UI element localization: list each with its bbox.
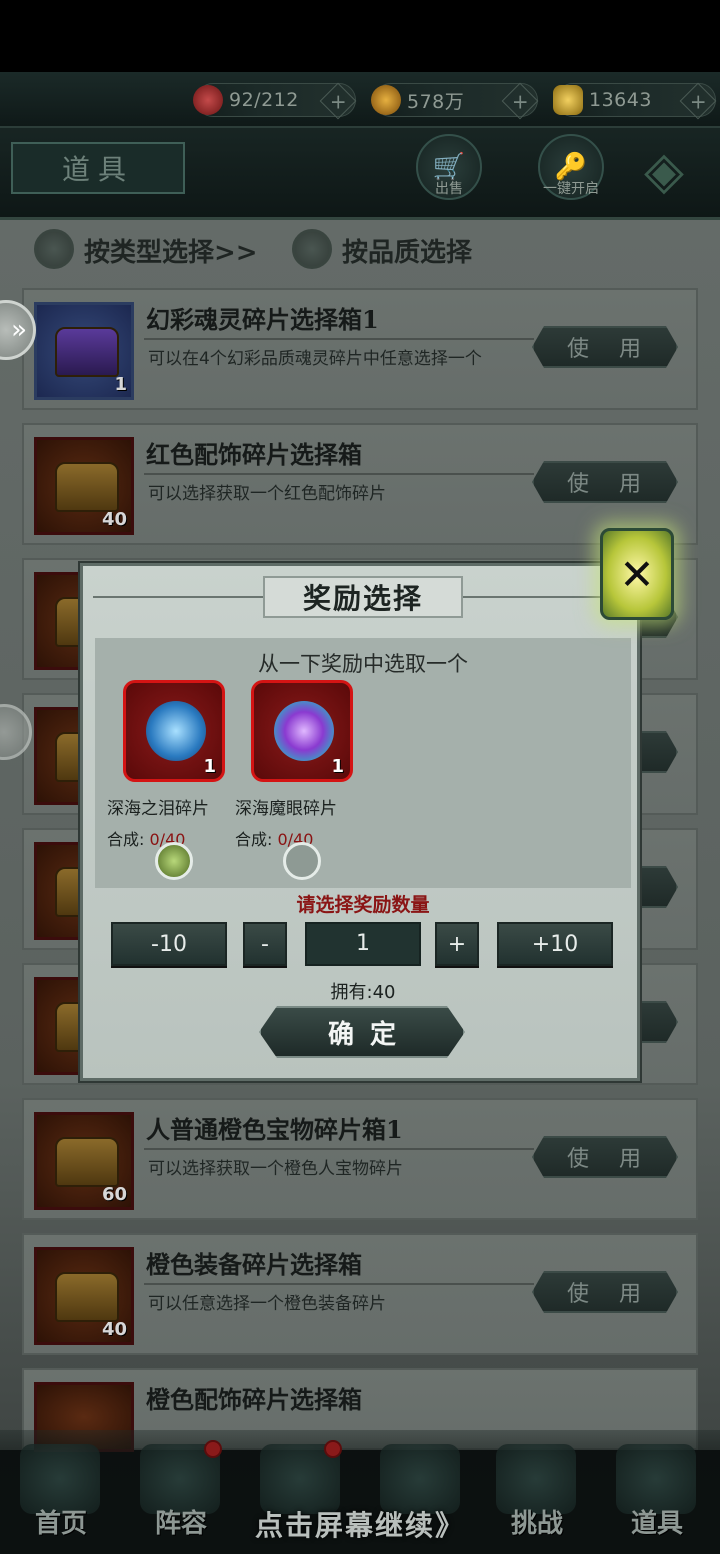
resource-stamina-value: 92/212: [229, 89, 299, 111]
plus-one-button[interactable]: +: [435, 922, 479, 966]
double-chevron-icon: »: [11, 315, 27, 345]
use-button[interactable]: 使用: [532, 1271, 678, 1313]
resource-coins-value: 578万: [407, 90, 465, 113]
reward-name: 深海之泪碎片: [107, 799, 209, 819]
item-desc: 可以选择获取一个红色配饰碎片: [148, 484, 386, 504]
item-name: 红色配饰碎片选择箱: [146, 440, 362, 469]
reward-qty: 1: [203, 756, 216, 777]
sell-label: 出售: [435, 181, 463, 197]
open-all-label: 一键开启: [543, 181, 599, 197]
close-icon[interactable]: ✕: [600, 528, 674, 620]
add-ingots-button[interactable]: +: [679, 82, 717, 120]
item-name: 幻彩魂灵碎片选择箱1: [146, 305, 379, 334]
chest-icon: 40: [34, 437, 134, 535]
list-item: 1 幻彩魂灵碎片选择箱1 可以在4个幻彩品质魂灵碎片中任意选择一个 使用: [22, 288, 698, 410]
filter-quality-radio[interactable]: [292, 229, 332, 269]
reward-select-dialog: 奖励选择 从一下奖励中选取一个 1 深海之泪碎片 合成: 0/40 1 深海魔眼…: [80, 563, 640, 1081]
minus-ten-button[interactable]: -10: [111, 922, 227, 966]
item-desc: 可以任意选择一个橙色装备碎片: [148, 1294, 386, 1314]
list-item: 40 橙色装备碎片选择箱 可以任意选择一个橙色装备碎片 使用: [22, 1233, 698, 1355]
quantity-input[interactable]: 1: [305, 922, 421, 966]
add-coins-button[interactable]: +: [501, 82, 539, 120]
resource-ingots-value: 13643: [589, 89, 652, 111]
resource-bar: 92/212 + 578万 + 13643 +: [0, 72, 720, 128]
resource-ingots: 13643 +: [553, 82, 717, 120]
add-stamina-button[interactable]: +: [319, 82, 357, 120]
item-count: 1: [114, 374, 127, 395]
reward-select-radio[interactable]: [155, 842, 193, 880]
owned-count: 拥有:40: [330, 982, 396, 1003]
notification-dot: [324, 1440, 342, 1458]
item-desc: 可以选择获取一个橙色人宝物碎片: [148, 1159, 403, 1179]
item-count: 60: [101, 1184, 127, 1205]
chest-icon: 40: [34, 1247, 134, 1345]
reward-qty: 1: [331, 756, 344, 777]
notification-dot: [204, 1440, 222, 1458]
filter-type-radio[interactable]: [34, 229, 74, 269]
list-item: 60 人普通橙色宝物碎片箱1 可以选择获取一个橙色人宝物碎片 使用: [22, 1098, 698, 1220]
use-button[interactable]: 使用: [532, 461, 678, 503]
dialog-title: 奖励选择: [263, 576, 463, 618]
item-count: 40: [101, 1319, 127, 1340]
confirm-button[interactable]: 确定: [259, 1006, 465, 1058]
reward-select-radio[interactable]: [283, 842, 321, 880]
reward-hint: 从一下奖励中选取一个: [258, 652, 468, 676]
eye-coin-icon: [371, 85, 401, 115]
resource-stamina: 92/212 +: [193, 82, 357, 120]
item-name: 橙色装备碎片选择箱: [146, 1250, 362, 1279]
tap-to-continue-hint[interactable]: 点击屏幕继续》: [0, 1504, 720, 1544]
demon-eye-ring-icon[interactable]: 1: [251, 680, 353, 782]
minus-one-button[interactable]: -: [243, 922, 287, 966]
resource-coins: 578万 +: [371, 82, 539, 120]
dialog-header: 奖励选择: [83, 566, 643, 628]
item-name: 人普通橙色宝物碎片箱1: [146, 1115, 403, 1144]
tear-pendant-icon[interactable]: 1: [123, 680, 225, 782]
chest-icon: 60: [34, 1112, 134, 1210]
filter-quality-label[interactable]: 按品质选择: [342, 232, 472, 269]
tab-items[interactable]: 道具: [11, 142, 185, 194]
reward-name: 深海魔眼碎片: [235, 799, 337, 819]
page-header: 道具 🛒 出售 🔑 一键开启 ◈: [0, 128, 720, 220]
filter-type-label[interactable]: 按类型选择>>: [84, 232, 258, 269]
status-bar: [0, 0, 720, 72]
eye-logo-icon[interactable]: ◈: [626, 140, 702, 202]
filter-row: 按类型选择>> 按品质选择: [0, 220, 720, 280]
use-button[interactable]: 使用: [532, 1136, 678, 1178]
chest-icon: 1: [34, 302, 134, 400]
quantity-prompt: 请选择奖励数量: [296, 894, 430, 916]
list-item: 40 红色配饰碎片选择箱 可以选择获取一个红色配饰碎片 使用: [22, 423, 698, 545]
item-name: 橙色配饰碎片选择箱: [146, 1385, 362, 1414]
gold-ingot-icon: [553, 85, 583, 115]
reward-options: 从一下奖励中选取一个 1 深海之泪碎片 合成: 0/40 1 深海魔眼碎片 合成…: [95, 638, 631, 888]
item-count: 40: [101, 509, 127, 530]
item-desc: 可以在4个幻彩品质魂灵碎片中任意选择一个: [148, 349, 482, 369]
red-orb-icon: [193, 85, 223, 115]
plus-ten-button[interactable]: +10: [497, 922, 613, 966]
use-button[interactable]: 使用: [532, 326, 678, 368]
